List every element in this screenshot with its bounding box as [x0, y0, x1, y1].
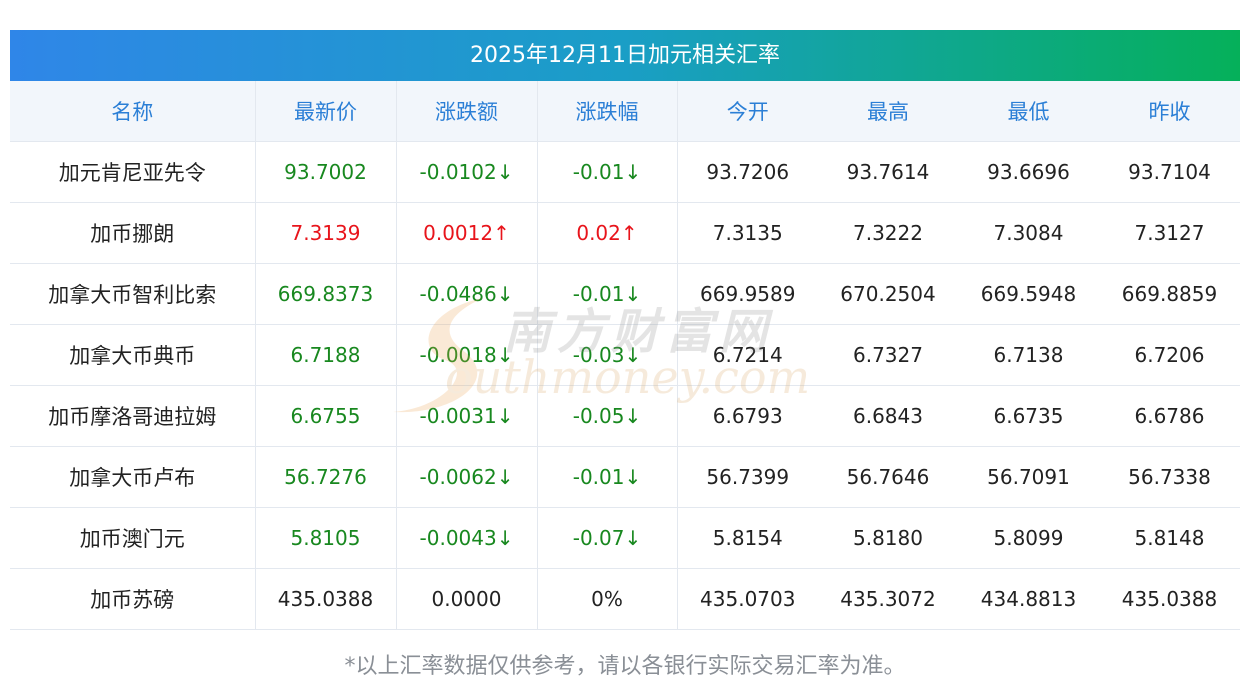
table-row: 加币挪朗 7.3139 0.0012↑ 0.02↑ 7.3135 7.3222 7.3084…: [10, 202, 1240, 264]
cell-prev: 6.6786: [1099, 385, 1240, 447]
cell-latest: 669.8373: [255, 263, 397, 325]
cell-open: 7.3135: [677, 202, 818, 264]
cell-prev: 5.8148: [1099, 507, 1240, 569]
column-header-prev: 昨收: [1099, 81, 1240, 142]
cell-open: 435.0703: [677, 568, 818, 630]
table-header-row: 名称 最新价 涨跌额 涨跌幅 今开 最高 最低 昨收: [10, 81, 1240, 142]
column-header-high: 最高: [818, 81, 958, 142]
column-header-open: 今开: [677, 81, 818, 142]
cell-name: 加元肯尼亚先令: [10, 141, 256, 203]
cell-latest: 7.3139: [255, 202, 397, 264]
cell-pct: -0.01↓: [537, 141, 678, 203]
footnote: *以上汇率数据仅供参考，请以各银行实际交易汇率为准。: [344, 654, 906, 679]
cell-latest: 56.7276: [255, 446, 397, 508]
cell-open: 669.9589: [677, 263, 818, 325]
column-header-low: 最低: [958, 81, 1099, 142]
cell-name: 加拿大币智利比索: [10, 263, 256, 325]
cell-low: 5.8099: [958, 507, 1099, 569]
cell-change: -0.0043↓: [396, 507, 538, 569]
cell-pct: -0.01↓: [537, 263, 678, 325]
cell-prev: 669.8859: [1099, 263, 1240, 325]
cell-change: -0.0486↓: [396, 263, 538, 325]
cell-pct: 0.02↑: [537, 202, 678, 264]
cell-latest: 6.6755: [255, 385, 397, 447]
cell-latest: 6.7188: [255, 324, 397, 386]
cell-low: 7.3084: [958, 202, 1099, 264]
cell-pct: -0.01↓: [537, 446, 678, 508]
table-row: 加币苏磅 435.0388 0.0000 0% 435.0703 435.3072 434.…: [10, 568, 1240, 630]
cell-pct: 0%: [537, 568, 678, 630]
cell-latest: 435.0388: [255, 568, 397, 630]
table-row: 加拿大币典币 6.7188 -0.0018↓ -0.03↓ 6.7214 6.7327 6.…: [10, 324, 1240, 386]
cell-low: 56.7091: [958, 446, 1099, 508]
page-title: 2025年12月11日加元相关汇率: [10, 30, 1240, 81]
cell-low: 434.8813: [958, 568, 1099, 630]
cell-prev: 6.7206: [1099, 324, 1240, 386]
table-row: 加币摩洛哥迪拉姆 6.6755 -0.0031↓ -0.05↓ 6.6793 6.6843…: [10, 385, 1240, 447]
cell-low: 6.6735: [958, 385, 1099, 447]
cell-open: 5.8154: [677, 507, 818, 569]
cell-high: 6.7327: [818, 324, 958, 386]
cell-prev: 93.7104: [1099, 141, 1240, 203]
cell-name: 加拿大币典币: [10, 324, 256, 386]
table-row: 加币澳门元 5.8105 -0.0043↓ -0.07↓ 5.8154 5.8180 5.8…: [10, 507, 1240, 569]
cell-low: 93.6696: [958, 141, 1099, 203]
column-header-name: 名称: [10, 81, 256, 142]
column-header-pct: 涨跌幅: [537, 81, 678, 142]
cell-high: 56.7646: [818, 446, 958, 508]
table-row: 加拿大币卢布 56.7276 -0.0062↓ -0.01↓ 56.7399 56.764…: [10, 446, 1240, 508]
cell-prev: 7.3127: [1099, 202, 1240, 264]
cell-open: 6.7214: [677, 324, 818, 386]
cell-high: 93.7614: [818, 141, 958, 203]
cell-high: 6.6843: [818, 385, 958, 447]
cell-open: 56.7399: [677, 446, 818, 508]
cell-low: 669.5948: [958, 263, 1099, 325]
cell-low: 6.7138: [958, 324, 1099, 386]
cell-name: 加币摩洛哥迪拉姆: [10, 385, 256, 447]
cell-name: 加币苏磅: [10, 568, 256, 630]
cell-name: 加币挪朗: [10, 202, 256, 264]
column-header-latest: 最新价: [255, 81, 397, 142]
cell-change: -0.0031↓: [396, 385, 538, 447]
cell-pct: -0.07↓: [537, 507, 678, 569]
cell-pct: -0.03↓: [537, 324, 678, 386]
cell-change: -0.0062↓: [396, 446, 538, 508]
rates-panel: 2025年12月11日加元相关汇率 名称 最新价 涨跌额 涨跌幅 今开 最高 最…: [10, 30, 1240, 630]
cell-open: 93.7206: [677, 141, 818, 203]
table-row: 加拿大币智利比索 669.8373 -0.0486↓ -0.01↓ 669.9589 67…: [10, 263, 1240, 325]
column-header-change: 涨跌额: [396, 81, 538, 142]
cell-latest: 93.7002: [255, 141, 397, 203]
cell-change: -0.0102↓: [396, 141, 538, 203]
cell-high: 670.2504: [818, 263, 958, 325]
cell-prev: 435.0388: [1099, 568, 1240, 630]
cell-high: 435.3072: [818, 568, 958, 630]
cell-latest: 5.8105: [255, 507, 397, 569]
cell-change: 0.0012↑: [396, 202, 538, 264]
cell-open: 6.6793: [677, 385, 818, 447]
cell-prev: 56.7338: [1099, 446, 1240, 508]
cell-change: -0.0018↓: [396, 324, 538, 386]
cell-name: 加拿大币卢布: [10, 446, 256, 508]
cell-high: 5.8180: [818, 507, 958, 569]
table-row: 加元肯尼亚先令 93.7002 -0.0102↓ -0.01↓ 93.7206 93.76…: [10, 141, 1240, 203]
cell-change: 0.0000: [396, 568, 538, 630]
rates-table: 名称 最新价 涨跌额 涨跌幅 今开 最高 最低 昨收 加元肯尼亚先令 93.700…: [10, 81, 1240, 630]
cell-pct: -0.05↓: [537, 385, 678, 447]
cell-name: 加币澳门元: [10, 507, 256, 569]
cell-high: 7.3222: [818, 202, 958, 264]
